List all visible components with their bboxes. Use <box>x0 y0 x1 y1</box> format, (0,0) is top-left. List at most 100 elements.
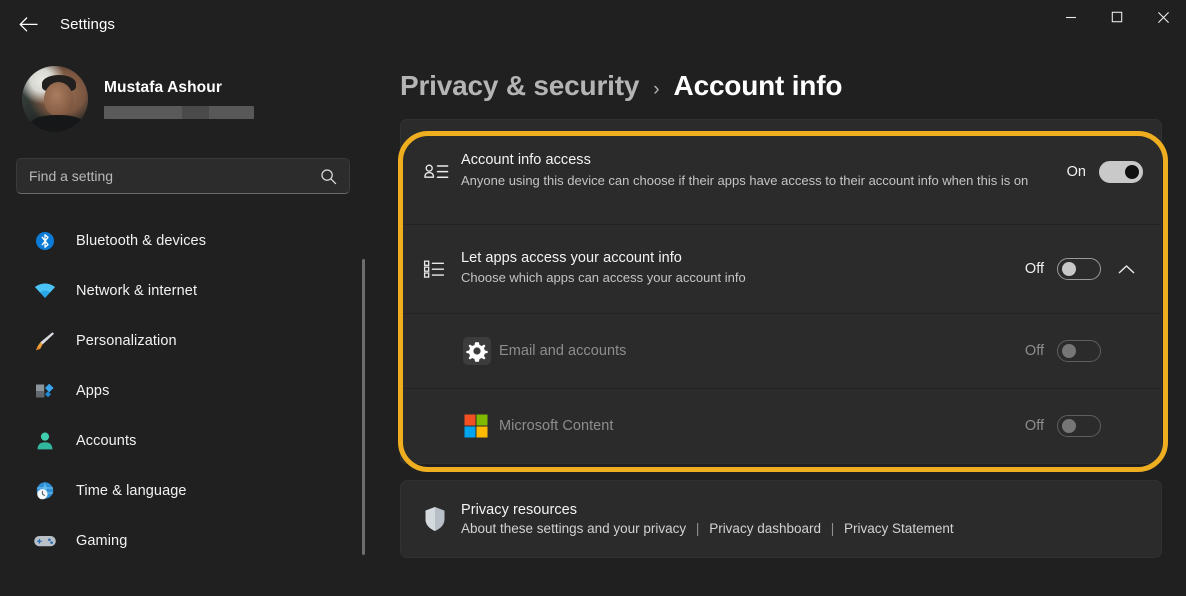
sidebar-item-label: Bluetooth & devices <box>76 233 206 249</box>
back-arrow-icon <box>19 17 38 32</box>
let-apps-access-text: Let apps access your account info Choose… <box>457 250 1025 288</box>
avatar[interactable] <box>22 66 88 132</box>
account-info-access-row[interactable]: Account info access Anyone using this de… <box>401 120 1161 224</box>
toggle-knob <box>1062 262 1076 276</box>
let-apps-access-control: Off <box>1025 258 1143 280</box>
main-content: Privacy & security › Account info Accoun… <box>368 48 1186 596</box>
privacy-links: About these settings and your privacy | … <box>461 521 1133 536</box>
paintbrush-icon <box>32 328 58 354</box>
account-text: Mustafa Ashour <box>104 79 254 119</box>
let-apps-access-row[interactable]: Let apps access your account info Choose… <box>401 225 1161 313</box>
sidebar-item-label: Accounts <box>76 433 136 449</box>
maximize-button[interactable] <box>1094 0 1140 34</box>
account-email-redacted <box>104 106 254 119</box>
search-input[interactable] <box>17 168 349 184</box>
toggle-knob <box>1125 165 1139 179</box>
window-controls <box>1048 0 1186 34</box>
sidebar-item-label: Time & language <box>76 483 187 499</box>
sidebar-item-label: Network & internet <box>76 283 197 299</box>
row-title: Privacy resources <box>461 502 1133 518</box>
toggle-state-label: Off <box>1025 261 1044 277</box>
bluetooth-icon <box>32 228 58 254</box>
breadcrumb-parent-link[interactable]: Privacy & security <box>400 70 639 102</box>
privacy-resources-text: Privacy resources About these settings a… <box>457 502 1143 536</box>
settings-cards: Account info access Anyone using this de… <box>368 119 1186 558</box>
app-row-email-and-accounts[interactable]: Email and accounts Off <box>401 314 1161 388</box>
app-toggle-microsoft-content[interactable] <box>1057 415 1101 437</box>
sidebar-item-label: Gaming <box>76 533 127 549</box>
row-title: Account info access <box>461 152 1057 168</box>
minimize-icon <box>1065 11 1077 23</box>
apps-icon <box>32 378 58 404</box>
search-container <box>0 132 368 194</box>
toggle-knob <box>1062 419 1076 433</box>
sidebar-item-apps[interactable]: Apps <box>6 366 356 416</box>
search-box[interactable] <box>16 158 350 194</box>
link-separator: | <box>831 521 835 536</box>
back-button[interactable] <box>8 7 48 41</box>
app-name-text: Microsoft Content <box>495 418 1025 434</box>
accounts-person-icon <box>32 428 58 454</box>
sidebar-scrollbar-thumb[interactable] <box>362 259 365 555</box>
app-row-microsoft-content[interactable]: Microsoft Content Off <box>401 389 1161 463</box>
row-description: Anyone using this device can choose if t… <box>461 171 1057 191</box>
link-separator: | <box>696 521 700 536</box>
sidebar-item-personalization[interactable]: Personalization <box>6 316 356 366</box>
close-button[interactable] <box>1140 0 1186 34</box>
account-info-access-toggle[interactable] <box>1099 161 1143 183</box>
shield-icon <box>423 505 457 533</box>
app-toggle-email-and-accounts[interactable] <box>1057 340 1101 362</box>
close-icon <box>1157 11 1170 24</box>
sidebar-item-network-internet[interactable]: Network & internet <box>6 266 356 316</box>
sidebar-item-gaming[interactable]: Gaming <box>6 516 356 566</box>
nav-list: Bluetooth & devices Network & internet P… <box>0 216 368 566</box>
privacy-resources-card: Privacy resources About these settings a… <box>400 480 1162 558</box>
sidebar-item-accounts[interactable]: Accounts <box>6 416 356 466</box>
toggle-state-label: Off <box>1025 343 1044 359</box>
privacy-link-dashboard[interactable]: Privacy dashboard <box>709 521 821 536</box>
account-info-access-control: On <box>1067 161 1143 183</box>
toggle-knob <box>1062 344 1076 358</box>
app-title: Settings <box>60 16 115 33</box>
chevron-right-icon: › <box>653 79 659 101</box>
avatar-photo-face <box>44 82 73 116</box>
clock-globe-icon <box>32 478 58 504</box>
privacy-link-about[interactable]: About these settings and your privacy <box>461 521 686 536</box>
app-name: Email and accounts <box>499 343 1015 359</box>
account-header[interactable]: Mustafa Ashour <box>0 48 368 132</box>
chevron-up-icon[interactable] <box>1109 264 1143 275</box>
sidebar-item-time-language[interactable]: Time & language <box>6 466 356 516</box>
account-info-card: Account info access Anyone using this de… <box>400 119 1162 464</box>
sidebar-scrollbar[interactable] <box>362 259 365 559</box>
sidebar-item-label: Apps <box>76 383 109 399</box>
toggle-state-label: Off <box>1025 418 1044 434</box>
contact-card-icon <box>423 161 457 183</box>
page-title: Account info <box>674 70 843 102</box>
microsoft-logo-icon <box>461 411 495 441</box>
let-apps-access-toggle[interactable] <box>1057 258 1101 280</box>
bulleted-list-icon <box>423 258 457 280</box>
gamepad-icon <box>32 528 58 554</box>
app-toggle-control: Off <box>1025 415 1143 437</box>
row-description: Choose which apps can access your accoun… <box>461 268 1015 288</box>
sidebar: Mustafa Ashour Bluetooth & devices <box>0 48 368 596</box>
avatar-photo-body <box>30 115 85 132</box>
app-name: Microsoft Content <box>499 418 1015 434</box>
minimize-button[interactable] <box>1048 0 1094 34</box>
row-title: Let apps access your account info <box>461 250 1015 266</box>
account-info-access-text: Account info access Anyone using this de… <box>457 152 1067 191</box>
app-toggle-control: Off <box>1025 340 1143 362</box>
search-icon <box>320 168 337 190</box>
sidebar-item-bluetooth-devices[interactable]: Bluetooth & devices <box>6 216 356 266</box>
toggle-state-label: On <box>1067 164 1086 180</box>
breadcrumb: Privacy & security › Account info <box>368 48 1186 102</box>
title-bar: Settings <box>0 0 1186 48</box>
sidebar-item-label: Personalization <box>76 333 177 349</box>
wifi-icon <box>32 278 58 304</box>
privacy-resources-row: Privacy resources About these settings a… <box>401 481 1161 557</box>
maximize-icon <box>1111 11 1123 23</box>
app-name-text: Email and accounts <box>495 343 1025 359</box>
account-name: Mustafa Ashour <box>104 79 254 97</box>
gear-icon <box>461 335 495 367</box>
privacy-link-statement[interactable]: Privacy Statement <box>844 521 954 536</box>
